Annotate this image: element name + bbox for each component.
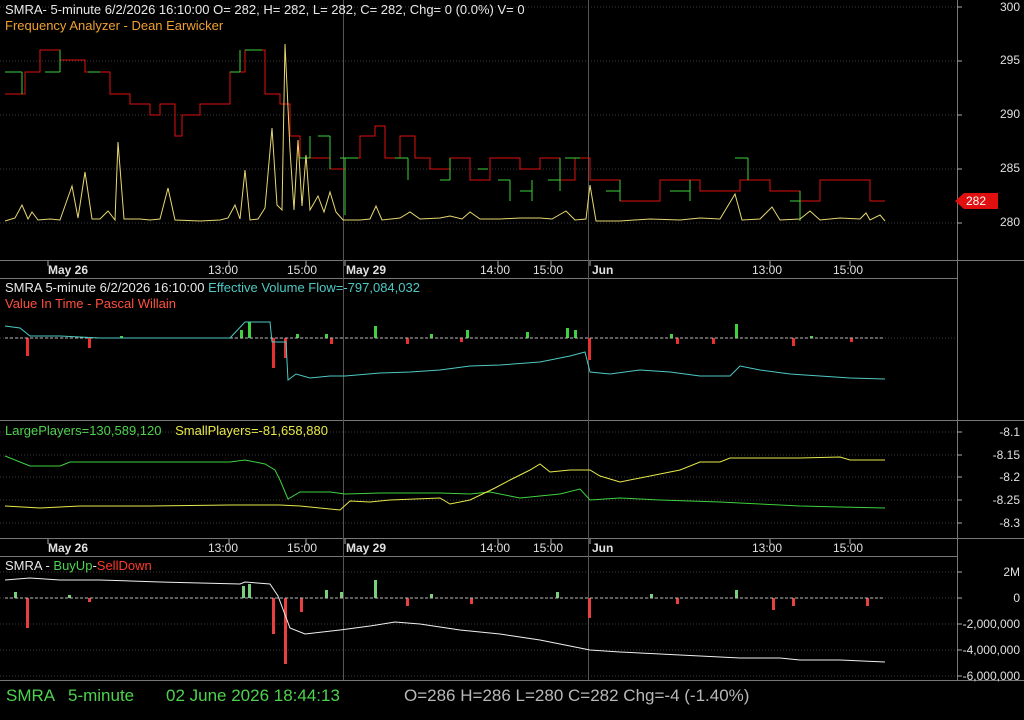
y-tick: -8.3 xyxy=(999,516,1020,530)
x-label: May 29 xyxy=(346,263,387,277)
x-label: 13:00 xyxy=(208,541,239,555)
price-step-green xyxy=(5,49,800,202)
x-label: 14:00 xyxy=(480,541,511,555)
status-symbol: SMRA xyxy=(6,686,56,705)
x-label: May 26 xyxy=(48,263,89,277)
frequency-analyzer-line xyxy=(4,43,886,222)
cumulative-flow-line xyxy=(4,577,886,663)
x-label: 14:00 xyxy=(480,263,511,277)
y-tick-300: 300 xyxy=(999,0,1020,14)
x-label: 15:00 xyxy=(287,541,318,555)
small-players-line xyxy=(4,456,885,511)
x-label: 13:00 xyxy=(752,541,783,555)
selldown-bars xyxy=(26,598,869,664)
y-tick: -8.25 xyxy=(992,493,1020,507)
x-label: 15:00 xyxy=(533,541,564,555)
y-tick: 0 xyxy=(1013,591,1020,605)
last-price-label: 282 xyxy=(966,194,987,208)
y-tick: -8.2 xyxy=(999,470,1020,484)
status-interval: 5-minute xyxy=(68,686,135,705)
vit-bars-green xyxy=(120,322,813,338)
x-label: Jun xyxy=(592,541,614,555)
y-tick-285: 285 xyxy=(999,161,1020,175)
status-bar: SMRA 5-minute 02 June 2026 18:44:13 O=28… xyxy=(0,683,1024,713)
small-players-label: SmallPlayers=-81,658,880 xyxy=(175,423,328,438)
x-label: 15:00 xyxy=(833,263,864,277)
chart-canvas xyxy=(0,0,1024,681)
evf-header: SMRA 5-minute 6/2/2026 16:10:00 Effectiv… xyxy=(5,280,420,296)
large-players-label: LargePlayers=130,589,120 xyxy=(5,423,162,438)
status-ohlc: O=286 H=286 L=280 C=282 Chg=-4 (-1.40%) xyxy=(404,686,750,705)
effective-volume-flow-line xyxy=(4,321,886,381)
value-in-time-label: Value In Time - Pascal Willain xyxy=(5,296,176,311)
y-tick: -2,000,000 xyxy=(962,617,1020,631)
price-step-red xyxy=(5,49,885,202)
evf-value: Effective Volume Flow=-797,084,032 xyxy=(208,280,420,295)
panel-frames xyxy=(0,0,1024,681)
buyup-bars xyxy=(14,580,738,598)
x-label: May 26 xyxy=(48,541,89,555)
price-header: SMRA- 5-minute 6/2/2026 16:10:00 O= 282,… xyxy=(5,2,525,17)
y-tick: -8.1 xyxy=(999,425,1020,439)
vit-bars-red xyxy=(26,338,853,368)
x-label: 15:00 xyxy=(833,541,864,555)
y-tick: -8.15 xyxy=(992,448,1020,462)
x-label: Jun xyxy=(592,263,614,277)
x-label: May 29 xyxy=(346,541,387,555)
x-label: 13:00 xyxy=(752,263,783,277)
players-header: LargePlayers=130,589,120 SmallPlayers=-8… xyxy=(5,423,328,439)
buyup-symbol: SMRA - xyxy=(5,558,54,573)
y-tick-290: 290 xyxy=(999,107,1020,121)
evf-symbol: SMRA 5-minute 6/2/2026 16:10:00 xyxy=(5,280,205,295)
status-datetime: 02 June 2026 18:44:13 xyxy=(166,686,340,705)
y-tick: 2M xyxy=(1003,565,1020,579)
x-label: 15:00 xyxy=(287,263,318,277)
buyup-selldown-header: SMRA - BuyUp-SellDown xyxy=(5,558,152,574)
frequency-analyzer-label: Frequency Analyzer - Dean Earwicker xyxy=(5,18,224,33)
y-tick: -4,000,000 xyxy=(962,643,1020,657)
session-separators xyxy=(343,0,589,680)
selldown-label: SellDown xyxy=(96,558,152,573)
x-label: 15:00 xyxy=(533,263,564,277)
buyup-label: BuyUp xyxy=(53,558,93,573)
horizontal-grid xyxy=(0,6,957,677)
y-tick-295: 295 xyxy=(999,53,1020,67)
y-tick-280: 280 xyxy=(999,215,1020,229)
x-label: 13:00 xyxy=(208,263,239,277)
y-tick: -6,000,000 xyxy=(962,669,1020,683)
